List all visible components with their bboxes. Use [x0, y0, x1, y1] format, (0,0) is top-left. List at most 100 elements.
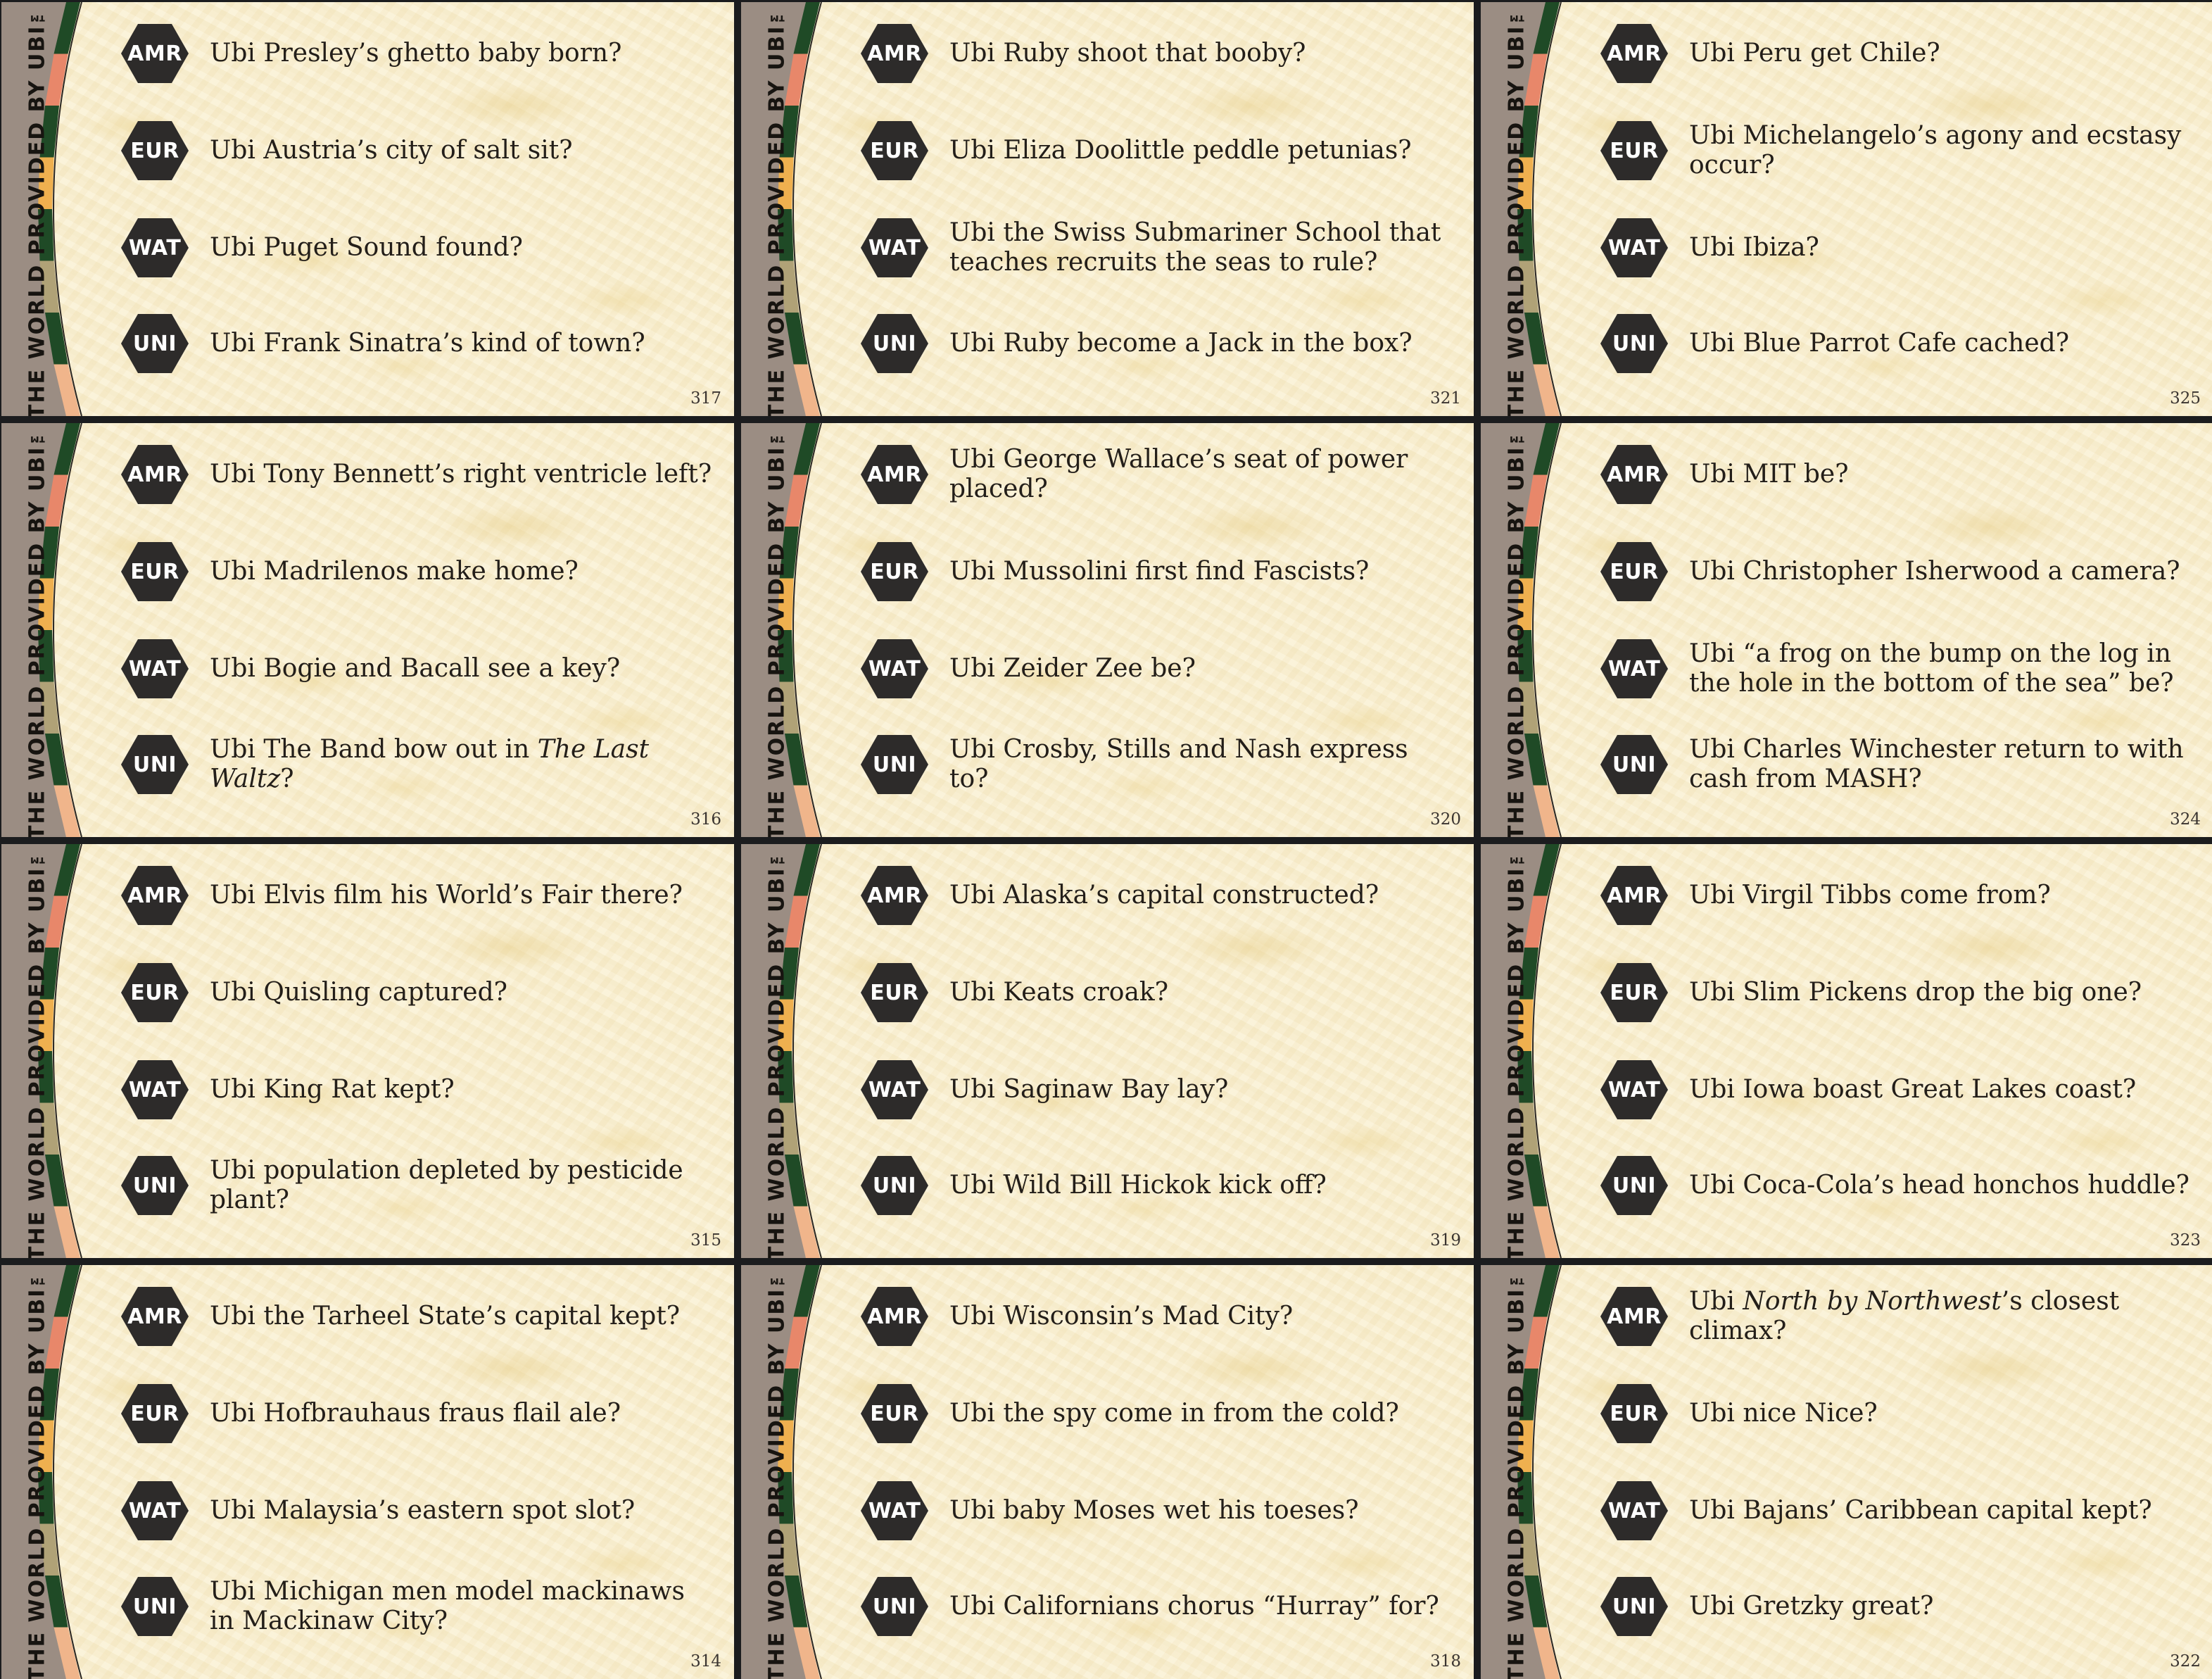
- question-text: Ubi Elvis film his World’s Fair there?: [210, 881, 683, 910]
- question-list: AMR Ubi Elvis film his World’s Fair there…: [1, 844, 734, 1258]
- card-number: 318: [1430, 1652, 1461, 1671]
- card-number: 320: [1430, 810, 1461, 829]
- question-text: Ubi The Band bow out in The Last Waltz?: [210, 735, 650, 793]
- category-hexagon-badge: UNI: [1600, 1156, 1668, 1215]
- category-hexagon-badge: UNI: [861, 1577, 928, 1636]
- question-list: AMR Ubi George Wallace’s seat of power pl…: [741, 423, 1474, 837]
- question-row-wat: WAT Ubi Saginaw Bay lay?: [861, 1051, 1453, 1128]
- question-text: Ubi Blue Parrot Cafe cached?: [1689, 329, 2070, 358]
- category-hexagon-badge: EUR: [861, 121, 928, 180]
- question-row-eur: EUR Ubi Christopher Isherwood a camera?: [1600, 533, 2192, 610]
- question-row-uni: UNI Ubi population depleted by pesticide …: [121, 1147, 713, 1224]
- card-sheet: THE WORLD PROVIDED BY UBI™ AMR Ubi Presley…: [0, 0, 2212, 1679]
- question-text: Ubi Keats croak?: [949, 978, 1169, 1007]
- question-text: Ubi Gretzky great?: [1689, 1592, 1934, 1621]
- question-row-wat: WAT Ubi the Swiss Submariner School that …: [861, 209, 1453, 287]
- category-hexagon-badge: WAT: [1600, 1481, 1668, 1540]
- question-row-wat: WAT Ubi Bajans’ Caribbean capital kept?: [1600, 1472, 2192, 1549]
- trivia-card: THE WORLD PROVIDED BY UBI™ AMR Ubi Peru ge…: [1481, 2, 2212, 416]
- question-text: Ubi Virgil Tibbs come from?: [1689, 881, 2051, 910]
- card-number: 324: [2170, 810, 2201, 829]
- question-row-wat: WAT Ubi “a frog on the bump on the log in…: [1600, 630, 2192, 708]
- question-row-uni: UNI Ubi Frank Sinatra’s kind of town?: [121, 305, 713, 382]
- question-row-eur: EUR Ubi Eliza Doolittle peddle petunias?: [861, 112, 1453, 189]
- category-hexagon-badge: AMR: [1600, 866, 1668, 925]
- card-number: 322: [2170, 1652, 2201, 1671]
- question-text: Ubi North by Northwest’s closest climax?: [1689, 1287, 2120, 1345]
- trivia-card: THE WORLD PROVIDED BY UBI™ AMR Ubi George …: [741, 423, 1474, 837]
- category-hexagon-badge: UNI: [121, 1577, 189, 1636]
- question-text: Ubi Quisling captured?: [210, 978, 507, 1007]
- question-row-eur: EUR Ubi the spy come in from the cold?: [861, 1375, 1453, 1452]
- question-row-uni: UNI Ubi Wild Bill Hickok kick off?: [861, 1147, 1453, 1224]
- card-number: 323: [2170, 1231, 2201, 1250]
- question-text: Ubi Bogie and Bacall see a key?: [210, 654, 621, 683]
- question-row-uni: UNI Ubi Blue Parrot Cafe cached?: [1600, 305, 2192, 382]
- category-hexagon-badge: EUR: [861, 1384, 928, 1443]
- category-hexagon-badge: AMR: [121, 24, 189, 83]
- question-row-amr: AMR Ubi Virgil Tibbs come from?: [1600, 857, 2192, 934]
- question-list: AMR Ubi Ruby shoot that booby? EUR Ubi Eliz…: [741, 2, 1474, 416]
- question-row-wat: WAT Ubi Zeider Zee be?: [861, 630, 1453, 708]
- question-row-eur: EUR Ubi Michelangelo’s agony and ecstasy …: [1600, 112, 2192, 189]
- question-text: Ubi Iowa boast Great Lakes coast?: [1689, 1075, 2137, 1104]
- category-hexagon-badge: UNI: [861, 314, 928, 373]
- trivia-card: THE WORLD PROVIDED BY UBI™ AMR Ubi the Tar…: [1, 1265, 734, 1679]
- category-hexagon-badge: WAT: [1600, 218, 1668, 277]
- question-row-amr: AMR Ubi Peru get Chile?: [1600, 15, 2192, 92]
- question-row-uni: UNI Ubi Californians chorus “Hurray” for?: [861, 1568, 1453, 1645]
- trivia-card: THE WORLD PROVIDED BY UBI™ AMR Ubi Wiscons…: [741, 1265, 1474, 1679]
- trivia-card: THE WORLD PROVIDED BY UBI™ AMR Ubi Virgil …: [1481, 844, 2212, 1258]
- question-text: Ubi baby Moses wet his toeses?: [949, 1496, 1359, 1525]
- category-hexagon-badge: UNI: [121, 314, 189, 373]
- category-hexagon-badge: AMR: [861, 445, 928, 504]
- question-list: AMR Ubi Peru get Chile? EUR Ubi Michelangel…: [1481, 2, 2212, 416]
- question-row-uni: UNI Ubi Coca-Cola’s head honchos huddle?: [1600, 1147, 2192, 1224]
- category-hexagon-badge: AMR: [861, 24, 928, 83]
- category-hexagon-badge: WAT: [1600, 1060, 1668, 1119]
- question-list: AMR Ubi Wisconsin’s Mad City? EUR Ubi the s…: [741, 1265, 1474, 1679]
- italic-title: The Last Waltz: [210, 735, 650, 793]
- question-text: Ubi Christopher Isherwood a camera?: [1689, 557, 2180, 586]
- category-hexagon-badge: WAT: [861, 218, 928, 277]
- question-text: Ubi Mussolini first find Fascists?: [949, 557, 1370, 586]
- question-text: Ubi Zeider Zee be?: [949, 654, 1196, 683]
- question-text: Ubi Slim Pickens drop the big one?: [1689, 978, 2142, 1007]
- question-text: Ubi Frank Sinatra’s kind of town?: [210, 329, 645, 358]
- category-hexagon-badge: WAT: [121, 639, 189, 698]
- question-text: Ubi “a frog on the bump on the log in th…: [1689, 639, 2174, 698]
- category-hexagon-badge: WAT: [861, 1060, 928, 1119]
- category-hexagon-badge: AMR: [121, 866, 189, 925]
- trivia-card: THE WORLD PROVIDED BY UBI™ AMR Ubi Elvis f…: [1, 844, 734, 1258]
- question-text: Ubi Hofbrauhaus fraus flail ale?: [210, 1399, 621, 1428]
- question-row-wat: WAT Ubi baby Moses wet his toeses?: [861, 1472, 1453, 1549]
- card-number: 317: [690, 389, 721, 408]
- question-text: Ubi Ruby shoot that booby?: [949, 39, 1306, 68]
- question-text: Ubi the spy come in from the cold?: [949, 1399, 1399, 1428]
- category-hexagon-badge: UNI: [861, 1156, 928, 1215]
- question-text: Ubi population depleted by pesticide pla…: [210, 1156, 683, 1214]
- card-number: 314: [690, 1652, 721, 1671]
- question-text: Ubi Puget Sound found?: [210, 233, 523, 262]
- category-hexagon-badge: EUR: [121, 1384, 189, 1443]
- question-text: Ubi Wisconsin’s Mad City?: [949, 1302, 1294, 1331]
- question-text: Ubi Alaska’s capital constructed?: [949, 881, 1379, 910]
- card-number: 319: [1430, 1231, 1461, 1250]
- category-hexagon-badge: UNI: [861, 735, 928, 794]
- category-hexagon-badge: AMR: [121, 445, 189, 504]
- question-row-wat: WAT Ubi Ibiza?: [1600, 209, 2192, 287]
- question-text: Ubi nice Nice?: [1689, 1399, 1878, 1428]
- question-text: Ubi Charles Winchester return to with ca…: [1689, 735, 2184, 793]
- question-row-amr: AMR Ubi Ruby shoot that booby?: [861, 15, 1453, 92]
- question-row-wat: WAT Ubi Puget Sound found?: [121, 209, 713, 287]
- card-number: 321: [1430, 389, 1461, 408]
- category-hexagon-badge: EUR: [121, 963, 189, 1022]
- question-text: Ubi Wild Bill Hickok kick off?: [949, 1171, 1327, 1200]
- question-text: Ubi Michelangelo’s agony and ecstasy occ…: [1689, 121, 2182, 180]
- question-list: AMR Ubi North by Northwest’s closest clim…: [1481, 1265, 2212, 1679]
- category-hexagon-badge: AMR: [1600, 24, 1668, 83]
- question-row-eur: EUR Ubi Quisling captured?: [121, 954, 713, 1031]
- category-hexagon-badge: AMR: [1600, 445, 1668, 504]
- question-row-amr: AMR Ubi Alaska’s capital constructed?: [861, 857, 1453, 934]
- question-row-uni: UNI Ubi The Band bow out in The Last Walt…: [121, 726, 713, 803]
